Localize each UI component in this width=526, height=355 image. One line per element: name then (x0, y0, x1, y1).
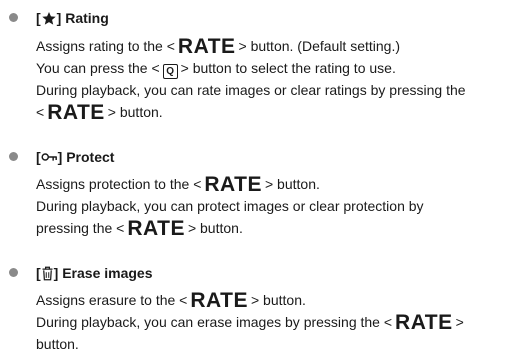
q-button-glyph: Q (162, 64, 178, 79)
text-span: During playback, you can rate images or … (36, 82, 466, 98)
rating-heading: [ ] Rating (36, 8, 109, 28)
text-span: You can press the < (36, 60, 160, 76)
text-span: > (455, 314, 464, 330)
text-span: > button. (250, 292, 306, 308)
rate-button-glyph: RATE (127, 217, 185, 240)
rate-button-glyph: RATE (47, 101, 105, 124)
text-span: > button. (264, 176, 320, 192)
text-span: Assigns protection to the < (36, 176, 202, 192)
protect-heading-label: ] Protect (57, 149, 115, 165)
erase-description: Assigns erasure to the < RATE > button. … (36, 289, 464, 355)
rating-description: Assigns rating to the < RATE > button. (… (36, 35, 466, 123)
text-span: During playback, you can erase images by… (36, 314, 393, 330)
text-span: > button. (107, 104, 163, 120)
text-span: Assigns rating to the < (36, 38, 175, 54)
text-span: During playback, you can protect images … (36, 198, 424, 214)
trash-icon (41, 266, 54, 281)
text-span: > button. (Default setting.) (238, 38, 401, 54)
erase-heading: [ ] Erase images (36, 263, 153, 283)
erase-heading-label: ] Erase images (53, 265, 153, 281)
text-span: < (36, 104, 45, 120)
text-span: > button. (187, 220, 243, 236)
text-span: button. (36, 336, 79, 352)
key-icon (41, 151, 58, 163)
protect-description: Assigns protection to the < RATE > butto… (36, 173, 424, 239)
bullet-icon (9, 13, 18, 22)
text-span: > button to select the rating to use. (180, 60, 396, 76)
rate-button-glyph: RATE (395, 311, 453, 334)
protect-heading: [ ] Protect (36, 147, 114, 167)
rate-button-glyph: RATE (177, 35, 236, 58)
bullet-icon (9, 152, 18, 161)
rate-button-glyph: RATE (190, 289, 248, 312)
rate-button-glyph: RATE (204, 173, 262, 196)
text-span: pressing the < (36, 220, 125, 236)
star-icon (41, 11, 57, 26)
bullet-icon (9, 268, 18, 277)
rating-heading-label: ] Rating (56, 10, 109, 26)
text-span: Assigns erasure to the < (36, 292, 188, 308)
